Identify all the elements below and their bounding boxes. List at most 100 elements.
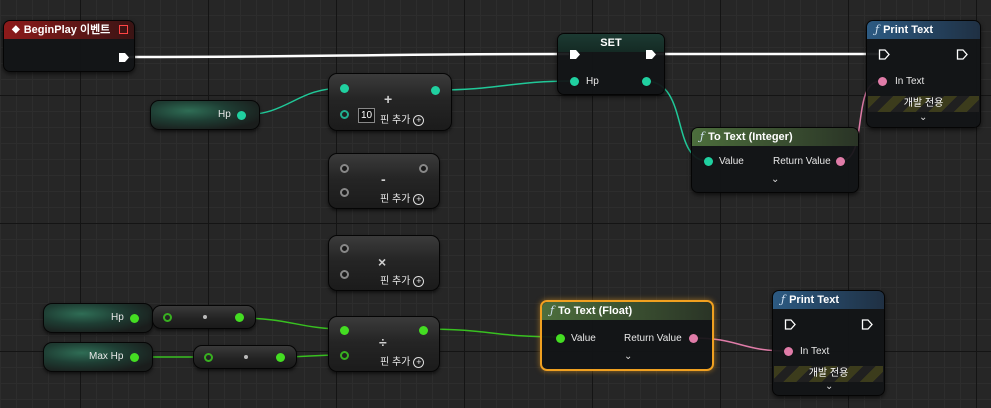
float-conversion-node-2[interactable] (193, 345, 297, 369)
print-text-node-bottom[interactable]: ƒ Print Text In Text 개발 전용 ⌄ (772, 290, 885, 396)
print-in-text-label: In Text (800, 346, 830, 357)
chevron-down-icon[interactable]: ⌄ (825, 381, 833, 392)
max-hp-variable-getter[interactable]: Max Hp (43, 342, 153, 372)
divide-b-pin[interactable] (340, 351, 349, 360)
to-text-int-value-label: Value (719, 156, 744, 167)
function-f-icon: ƒ (781, 293, 786, 306)
print-text-title: Print Text (883, 24, 933, 36)
divide-out-pin[interactable] (419, 326, 428, 335)
divide-operator-icon: ÷ (379, 334, 387, 350)
exec-out-icon[interactable] (118, 52, 130, 63)
set-node[interactable]: SET Hp (557, 33, 665, 95)
event-diamond-icon: ◆ (12, 24, 20, 35)
hp-variable-getter-bottom[interactable]: Hp (43, 303, 153, 333)
print-text-node-top[interactable]: ƒ Print Text In Text 개발 전용 ⌄ (866, 20, 981, 128)
max-hp-variable-label: Max Hp (89, 351, 124, 362)
set-title: SET (600, 37, 622, 49)
to-text-float-value-pin[interactable] (556, 334, 565, 343)
add-pin-label: 핀 추가 (380, 115, 411, 126)
conversion-in-pin[interactable] (163, 313, 172, 322)
add-pin-label: 핀 추가 (380, 276, 411, 287)
subtract-out-pin[interactable] (419, 164, 428, 173)
set-hp-in-pin[interactable] (570, 77, 579, 86)
exec-in-icon[interactable] (569, 49, 581, 60)
add-out-pin[interactable] (431, 86, 440, 95)
to-text-float-title: To Text (Float) (558, 305, 633, 317)
to-text-float-return-label: Return Value (624, 333, 682, 344)
multiply-operator-icon: × (378, 254, 387, 270)
print-text-title: Print Text (789, 294, 839, 306)
beginplay-title: BeginPlay 이벤트 (23, 24, 111, 36)
add-pin-button[interactable]: 핀 추가 + (380, 190, 425, 205)
print-in-text-label: In Text (895, 76, 925, 87)
conversion-in-pin[interactable] (204, 353, 213, 362)
subtract-a-pin[interactable] (340, 164, 349, 173)
beginplay-header: ◆ BeginPlay 이벤트 (4, 21, 134, 39)
function-f-icon: ƒ (875, 23, 880, 36)
add-a-pin[interactable] (340, 84, 349, 93)
set-hp-label: Hp (586, 76, 599, 87)
exec-in-icon[interactable] (784, 319, 796, 330)
hp-variable-label: Hp (111, 312, 124, 323)
plus-circle-icon: + (413, 356, 425, 368)
exec-in-icon[interactable] (878, 49, 890, 60)
function-f-icon: ƒ (700, 130, 705, 143)
chevron-down-icon[interactable]: ⌄ (771, 174, 779, 185)
function-f-icon: ƒ (550, 304, 555, 317)
dev-only-banner: 개발 전용 (868, 96, 979, 112)
hp-variable-getter-top[interactable]: Hp (150, 100, 260, 130)
add-pin-button[interactable]: 핀 추가 + (380, 272, 425, 287)
to-text-float-value-label: Value (571, 333, 596, 344)
add-integer-node[interactable]: 10 + 핀 추가 + (328, 73, 452, 131)
int-wire-add-set (434, 80, 575, 91)
to-text-int-return-pin[interactable] (836, 157, 845, 166)
dev-only-banner: 개발 전용 (774, 366, 883, 382)
add-pin-label: 핀 추가 (380, 357, 411, 368)
conversion-out-pin[interactable] (235, 313, 244, 322)
hp-out-pin[interactable] (130, 314, 139, 323)
conversion-out-pin[interactable] (276, 353, 285, 362)
to-text-int-return-label: Return Value (773, 156, 831, 167)
hp-out-pin[interactable] (237, 111, 246, 120)
add-b-pin[interactable] (340, 110, 349, 119)
print-in-text-pin[interactable] (784, 347, 793, 356)
to-text-float-return-pin[interactable] (689, 334, 698, 343)
add-b-value-input[interactable]: 10 (358, 108, 376, 123)
to-text-float-header: ƒ To Text (Float) (542, 302, 712, 320)
plus-circle-icon: + (413, 193, 425, 205)
delegate-icon (119, 25, 128, 34)
conversion-dot-icon (203, 315, 207, 319)
beginplay-event-node[interactable]: ◆ BeginPlay 이벤트 (3, 20, 135, 72)
to-text-integer-header: ƒ To Text (Integer) (692, 128, 858, 146)
subtract-node[interactable]: - 핀 추가 + (328, 153, 440, 209)
set-hp-out-pin[interactable] (642, 77, 651, 86)
to-text-float-node[interactable]: ƒ To Text (Float) Value Return Value ⌄ (540, 300, 714, 371)
subtract-operator-icon: - (381, 171, 386, 187)
print-in-text-pin[interactable] (878, 77, 887, 86)
print-text-header: ƒ Print Text (867, 21, 980, 39)
exec-wire-beginplay-set (128, 52, 570, 59)
add-operator-icon: + (384, 91, 393, 107)
multiply-node[interactable]: × 핀 추가 + (328, 235, 440, 291)
exec-out-icon[interactable] (645, 49, 657, 60)
add-pin-button[interactable]: 핀 추가 + (380, 111, 425, 126)
multiply-a-pin[interactable] (340, 244, 349, 253)
divide-node[interactable]: ÷ 핀 추가 + (328, 316, 440, 372)
chevron-down-icon[interactable]: ⌄ (919, 112, 927, 123)
chevron-down-icon[interactable]: ⌄ (624, 351, 632, 362)
conversion-dot-icon (244, 355, 248, 359)
add-pin-label: 핀 추가 (380, 194, 411, 205)
subtract-b-pin[interactable] (340, 188, 349, 197)
divide-a-pin[interactable] (340, 326, 349, 335)
float-conversion-node-1[interactable] (152, 305, 256, 329)
add-pin-button[interactable]: 핀 추가 + (380, 353, 425, 368)
max-hp-out-pin[interactable] (130, 353, 139, 362)
plus-circle-icon: + (413, 114, 425, 126)
to-text-int-value-pin[interactable] (704, 157, 713, 166)
hp-variable-label: Hp (218, 109, 231, 120)
exec-out-icon[interactable] (956, 49, 968, 60)
exec-out-icon[interactable] (861, 319, 873, 330)
print-text-header: ƒ Print Text (773, 291, 884, 309)
multiply-b-pin[interactable] (340, 270, 349, 279)
to-text-integer-node[interactable]: ƒ To Text (Integer) Value Return Value ⌄ (691, 127, 859, 193)
